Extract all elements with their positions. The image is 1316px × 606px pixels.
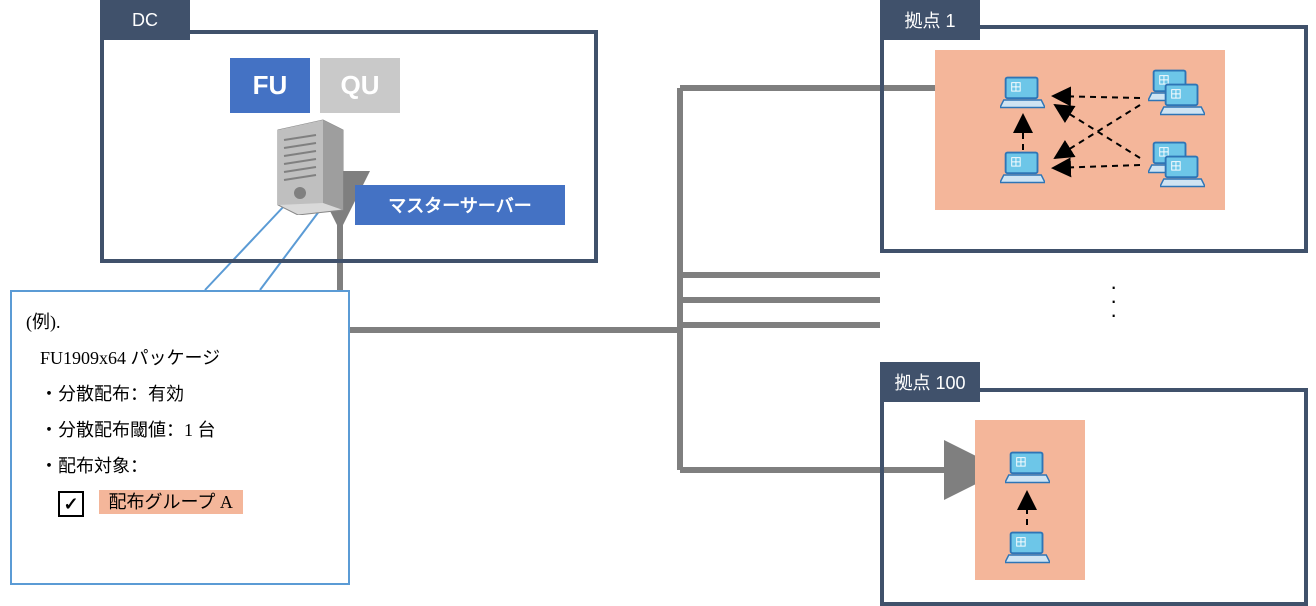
example-callout: (例). FU1909x64 パッケージ ・分散配布：有効 ・分散配布閾値：1 …	[10, 290, 350, 585]
dc-label: DC	[100, 0, 190, 40]
ellipsis-icon: ···	[1110, 280, 1117, 322]
fu-tag: FU	[230, 58, 310, 113]
site-100-label: 拠点 100	[880, 362, 980, 402]
callout-item-dist: ・分散配布：有効	[40, 376, 338, 412]
site-1-mesh-arrows	[935, 50, 1225, 210]
callout-item-threshold: ・分散配布閾値：1 台	[40, 412, 338, 448]
callout-item-target: ・配布対象：	[40, 448, 338, 484]
qu-tag: QU	[320, 58, 400, 113]
server-icon	[268, 115, 353, 215]
site-100-frame	[880, 388, 1308, 606]
callout-package: FU1909x64 パッケージ	[40, 340, 338, 376]
callout-group-a: 配布グループ A	[99, 490, 243, 514]
callout-title: (例).	[26, 304, 338, 340]
callout-checkbox: ✓	[58, 491, 84, 517]
site-100-arrow	[975, 420, 1085, 580]
master-server-label: マスターサーバー	[355, 185, 565, 225]
site-1-label: 拠点 1	[880, 0, 980, 40]
